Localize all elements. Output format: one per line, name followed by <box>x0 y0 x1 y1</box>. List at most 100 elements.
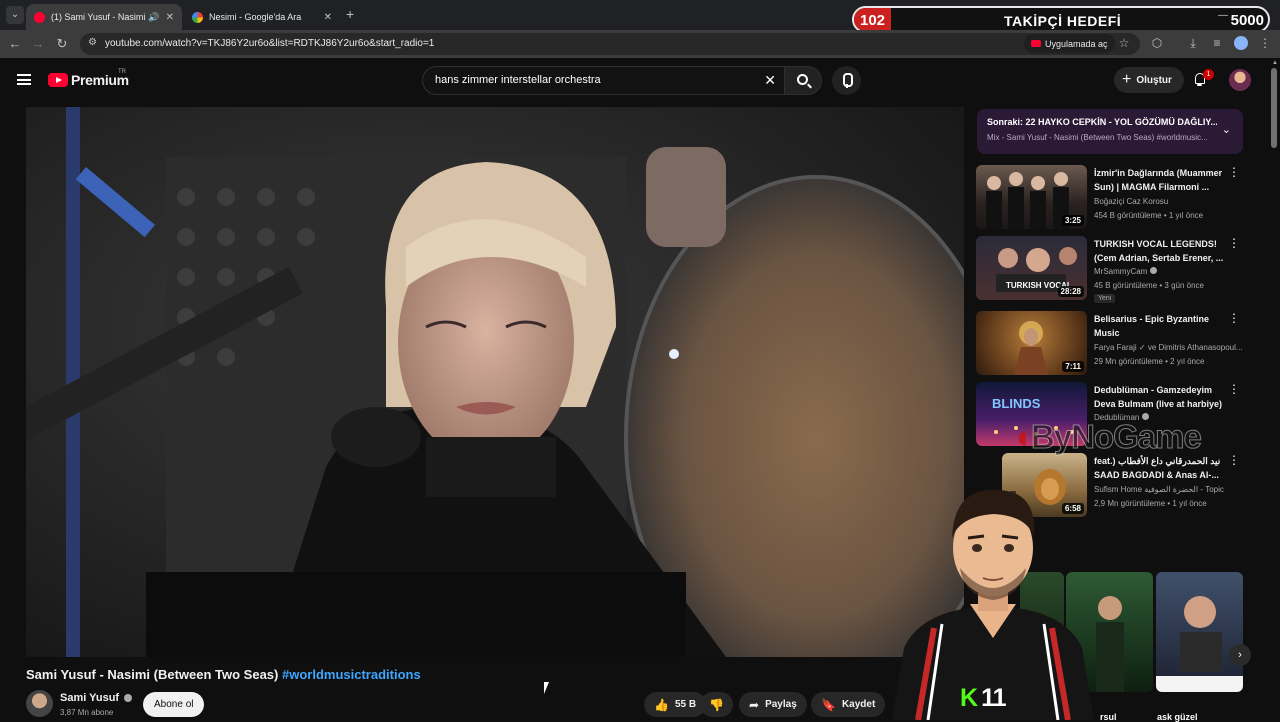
video-player[interactable] <box>26 107 964 657</box>
close-tab-icon[interactable]: ✕ <box>166 12 174 23</box>
duration-badge: 28:28 <box>1057 286 1084 297</box>
recommendation-channel: Sufism Home الحضرة الصوفية - Topic <box>1094 485 1224 494</box>
channel-text: MrSammyCam <box>1094 267 1148 276</box>
page-scrollbar[interactable] <box>1271 68 1277 148</box>
video-frame-illustration <box>26 107 964 657</box>
bookmark-star-icon[interactable]: ☆ <box>1117 36 1131 50</box>
up-next-title: Sonraki: 22 HAYKO CEPKİN - YOL GÖZÜMÜ DA… <box>987 117 1217 127</box>
recommendation-title: Dedublüman - Gamzedeyim Deva Bulmam (liv… <box>1094 385 1223 409</box>
open-in-app-button[interactable]: Uygulamada aç <box>1024 34 1115 53</box>
short-caption: ask güzel <box>1157 712 1198 722</box>
youtube-premium-logo[interactable]: Premium TR <box>48 69 129 88</box>
back-icon[interactable]: ← <box>6 35 24 53</box>
channel-name-text: Sami Yusuf <box>60 692 120 704</box>
open-in-app-label: Uygulamada aç <box>1045 38 1108 49</box>
dislike-button[interactable]: 👎 <box>700 692 733 717</box>
share-icon: ➦ <box>749 697 760 712</box>
short-thumbnail[interactable] <box>1156 572 1243 692</box>
recommendation-item[interactable]: 7:11 Belisarius - Epic Byzantine Music F… <box>976 311 1244 379</box>
more-options-icon[interactable]: ⋮ <box>1228 312 1240 324</box>
extensions-icon[interactable]: ⬡ <box>1150 36 1164 50</box>
thumbs-up-icon: 👍 <box>654 697 669 712</box>
tab-google[interactable]: Nesimi - Google'da Ara ✕ <box>184 4 340 30</box>
close-tab-icon[interactable]: ✕ <box>324 12 332 23</box>
create-button[interactable]: + Oluştur <box>1114 67 1184 93</box>
svg-text:BLINDS: BLINDS <box>992 396 1041 411</box>
save-button[interactable]: 🔖 Kaydet <box>811 692 886 717</box>
menu-hamburger-icon[interactable] <box>17 74 31 85</box>
kick-level-badge: K 11 <box>960 684 1007 712</box>
goal-current: 102 <box>860 12 886 29</box>
account-avatar[interactable] <box>1229 69 1251 91</box>
video-thumbnail: 7:11 <box>976 311 1087 375</box>
new-tab-button[interactable]: + <box>346 6 354 22</box>
url-field[interactable]: ⚙ youtube.com/watch?v=TKJ86Y2ur6o&list=R… <box>80 33 1140 55</box>
subscribe-button[interactable]: Abone ol <box>143 692 205 717</box>
follower-goal-overlay: 102 TAKİPÇİ HEDEFİ — 5000 <box>852 6 1270 33</box>
thumbs-down-icon: 👎 <box>709 697 724 712</box>
recommendation-item[interactable]: 3:25 İzmir'in Dağlarında (Muammer Sun) |… <box>976 165 1244 233</box>
video-title: Sami Yusuf - Nasimi (Between Two Seas) #… <box>26 667 421 682</box>
new-badge: Yeni <box>1094 294 1116 303</box>
duration-badge: 7:11 <box>1062 361 1084 372</box>
duration-badge: 3:25 <box>1061 215 1084 226</box>
channel-avatar[interactable] <box>26 690 53 717</box>
create-label: Oluştur <box>1136 74 1172 86</box>
goal-target: 5000 <box>1230 12 1264 29</box>
video-title-text: Sami Yusuf - Nasimi (Between Two Seas) <box>26 667 279 682</box>
channel-name[interactable]: Sami Yusuf <box>60 692 133 704</box>
share-label: Paylaş <box>765 699 797 710</box>
reading-list-icon[interactable]: ≡ <box>1210 36 1224 50</box>
audio-icon: 🔊 <box>148 11 160 22</box>
more-options-icon[interactable]: ⋮ <box>1228 454 1240 466</box>
profile-icon[interactable] <box>1234 36 1248 50</box>
logo-country: TR <box>118 69 126 75</box>
up-next-subtitle: Mix - Sami Yusuf - Nasimi (Between Two S… <box>987 133 1208 142</box>
plus-icon: + <box>1122 71 1132 88</box>
verified-icon <box>124 694 133 702</box>
recommendation-title: Belisarius - Epic Byzantine Music <box>1094 314 1210 338</box>
notification-count-badge: 1 <box>1203 69 1214 80</box>
more-options-icon[interactable]: ⋮ <box>1228 383 1240 395</box>
video-hashtag-link[interactable]: #worldmusictraditions <box>282 667 421 682</box>
site-info-icon[interactable]: ⚙ <box>88 37 100 49</box>
tab-search-icon[interactable]: ⌄ <box>6 6 24 24</box>
download-icon[interactable]: ⤓ <box>1186 36 1200 50</box>
thumbnail-art <box>1156 596 1243 692</box>
recommendation-title: TURKISH VOCAL LEGENDS! (Cem Adrian, Sert… <box>1094 239 1224 263</box>
google-favicon-icon <box>192 11 203 23</box>
search-button[interactable] <box>784 66 822 95</box>
more-options-icon[interactable]: ⋮ <box>1228 237 1240 249</box>
youtube-header: Premium TR hans zimmer interstellar orch… <box>0 58 1280 102</box>
kick-level: 11 <box>981 684 1006 712</box>
search-input[interactable]: hans zimmer interstellar orchestra ✕ <box>422 66 784 95</box>
bynogame-watermark: ◖ByNoGame <box>1012 418 1202 456</box>
reload-icon[interactable]: ↻ <box>53 35 71 53</box>
watermark-text: ByNoGame <box>1030 418 1202 456</box>
youtube-favicon-icon <box>34 11 45 23</box>
scroll-up-arrow-icon[interactable]: ▲ <box>1272 60 1278 66</box>
like-count: 55 B <box>674 699 697 710</box>
clear-search-icon[interactable]: ✕ <box>764 72 776 89</box>
recommendation-channel: Farya Faraji ✓ ve Dimitris Athanasopoul.… <box>1094 343 1242 352</box>
goal-label: TAKİPÇİ HEDEFİ <box>1004 13 1122 29</box>
up-next-mix-panel[interactable]: Sonraki: 22 HAYKO CEPKİN - YOL GÖZÜMÜ DA… <box>977 109 1243 154</box>
recommendation-channel: MrSammyCam <box>1094 267 1242 276</box>
video-thumbnail: TURKISH VOCAL 28:28 <box>976 236 1087 300</box>
youtube-play-icon <box>48 73 68 87</box>
forward-icon[interactable]: → <box>29 35 47 53</box>
mouse-cursor-icon <box>544 682 554 694</box>
menu-kebab-icon[interactable]: ⋮ <box>1258 36 1272 50</box>
tab-title: (1) Sami Yusuf - Nasimi (Be <box>51 12 148 22</box>
recommendation-meta: 29 Mn görüntüleme • 2 yıl önce <box>1094 357 1205 366</box>
recommendation-item[interactable]: TURKISH VOCAL 28:28 TURKISH VOCAL LEGEND… <box>976 236 1244 304</box>
like-button[interactable]: 👍 55 B <box>644 692 707 717</box>
tab-youtube[interactable]: (1) Sami Yusuf - Nasimi (Be 🔊 ✕ <box>26 4 182 30</box>
shorts-next-chevron-icon[interactable]: › <box>1229 644 1251 666</box>
voice-search-icon[interactable] <box>832 66 861 95</box>
chevron-down-icon[interactable]: ⌄ <box>1222 123 1231 136</box>
more-options-icon[interactable]: ⋮ <box>1228 166 1240 178</box>
share-button[interactable]: ➦ Paylaş <box>739 692 807 717</box>
search-icon <box>797 74 808 85</box>
recommendation-title: İzmir'in Dağlarında (Muammer Sun) | MAGM… <box>1094 168 1223 192</box>
